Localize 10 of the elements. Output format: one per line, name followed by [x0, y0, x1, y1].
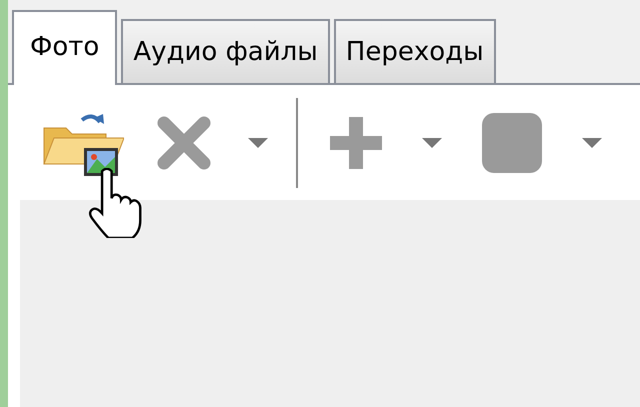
stop-icon — [482, 112, 542, 172]
plus-icon — [330, 116, 382, 168]
tab[interactable]: Фото — [12, 10, 118, 85]
close-icon — [156, 114, 212, 170]
caret-icon — [248, 138, 268, 148]
tab[interactable]: Переходы — [334, 19, 496, 83]
tab[interactable]: Аудио файлы — [121, 19, 330, 83]
caret-icon — [422, 138, 442, 148]
caret-icon — [582, 138, 602, 148]
hand-cursor-icon — [86, 168, 142, 238]
